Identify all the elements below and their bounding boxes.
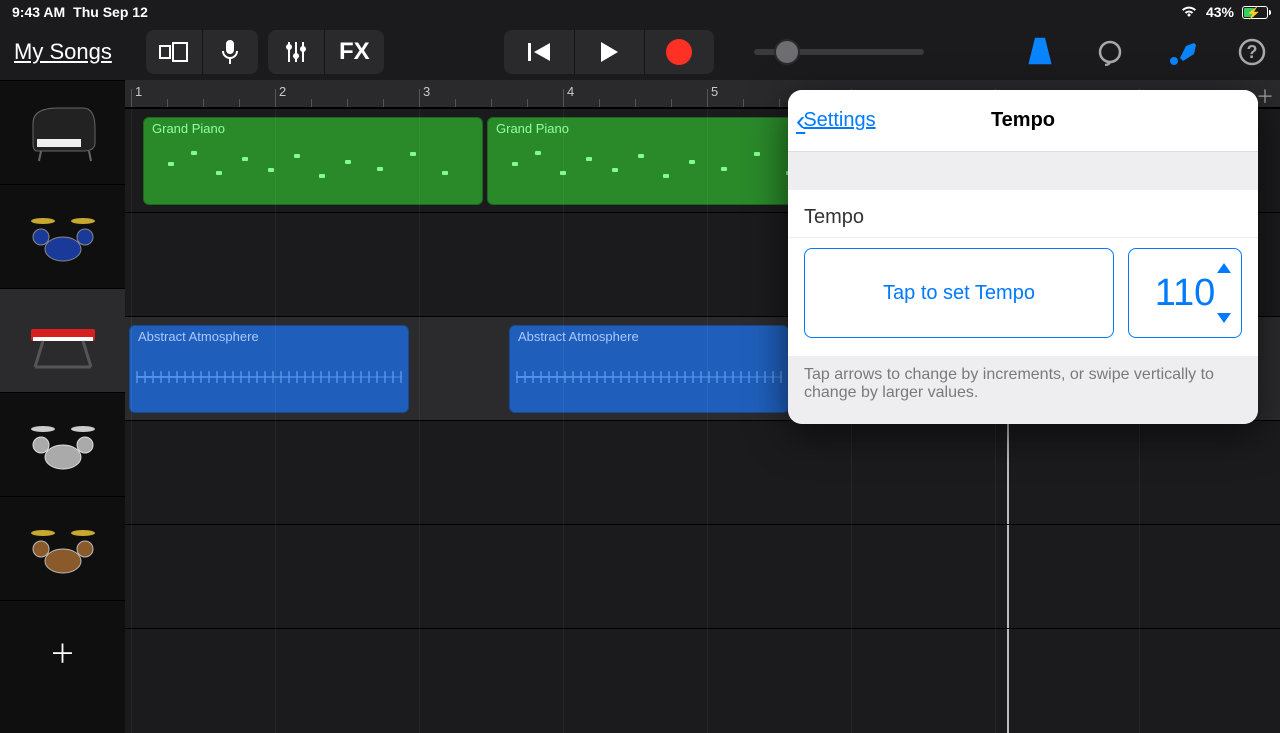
tempo-section-label: Tempo	[788, 190, 1258, 238]
tempo-increase-arrow[interactable]	[1217, 263, 1231, 273]
ruler-bar-number: 3	[423, 84, 430, 99]
battery-icon: ⚡	[1242, 6, 1268, 19]
record-button[interactable]	[644, 30, 714, 74]
track-header-drums-silver[interactable]	[0, 392, 125, 496]
settings-button[interactable]	[1166, 39, 1196, 65]
track-header-drums-blue[interactable]	[0, 184, 125, 288]
ruler-bar-number: 5	[711, 84, 718, 99]
transport-controls	[504, 30, 714, 74]
tempo-popover: ‹ Settings Tempo Tempo Tap to set Tempo …	[788, 90, 1258, 424]
my-songs-button[interactable]: My Songs	[14, 39, 112, 65]
loop-button[interactable]	[1096, 38, 1124, 66]
grand-piano-icon	[23, 103, 103, 163]
mixer-button[interactable]	[268, 30, 324, 74]
tempo-value: 110	[1155, 272, 1216, 315]
drum-kit-icon	[23, 519, 103, 579]
add-track-button[interactable]: ＋	[0, 600, 125, 704]
popover-back-button[interactable]: ‹ Settings	[796, 105, 876, 137]
svg-text:?: ?	[1247, 42, 1258, 62]
extend-song-icon[interactable]: ＋	[1256, 83, 1274, 109]
status-date: Thu Sep 12	[73, 4, 148, 20]
track-lane[interactable]	[125, 524, 1280, 628]
go-to-start-button[interactable]	[504, 30, 574, 74]
wifi-icon	[1180, 4, 1198, 21]
record-icon	[666, 39, 692, 65]
status-bar: 9:43 AM Thu Sep 12 43% ⚡	[0, 0, 1280, 24]
keyboard-icon	[23, 311, 103, 371]
fx-group: FX	[268, 30, 384, 74]
track-header-piano[interactable]	[0, 80, 125, 184]
drum-kit-icon	[23, 415, 103, 475]
view-mode-group	[146, 30, 258, 74]
tap-tempo-button[interactable]: Tap to set Tempo	[804, 248, 1114, 338]
tempo-hint: Tap arrows to change by increments, or s…	[788, 356, 1258, 424]
track-lane[interactable]	[125, 628, 1280, 732]
help-button[interactable]: ?	[1238, 38, 1266, 66]
battery-pct: 43%	[1206, 4, 1234, 20]
drum-kit-icon	[23, 207, 103, 267]
microphone-button[interactable]	[202, 30, 258, 74]
tempo-value-stepper[interactable]: 110	[1128, 248, 1242, 338]
ruler-bar-number: 4	[567, 84, 574, 99]
audio-region[interactable]: Abstract Atmosphere	[509, 325, 789, 413]
midi-region[interactable]: Grand Piano	[487, 117, 827, 205]
ruler-bar-number: 2	[279, 84, 286, 99]
top-toolbar: My Songs FX	[0, 24, 1280, 80]
tracks-view-button[interactable]	[146, 30, 202, 74]
audio-region[interactable]: Abstract Atmosphere	[129, 325, 409, 413]
fx-button[interactable]: FX	[324, 30, 384, 74]
track-header-keyboard[interactable]	[0, 288, 125, 392]
track-header-drums-brown[interactable]	[0, 496, 125, 600]
metronome-button[interactable]	[1026, 37, 1054, 67]
track-headers: ＋	[0, 80, 125, 733]
plus-icon: ＋	[49, 634, 75, 671]
master-volume-slider[interactable]	[754, 37, 924, 67]
tempo-decrease-arrow[interactable]	[1217, 313, 1231, 323]
ruler-bar-number: 1	[135, 84, 142, 99]
play-button[interactable]	[574, 30, 644, 74]
track-lane[interactable]	[125, 420, 1280, 524]
midi-region[interactable]: Grand Piano	[143, 117, 483, 205]
status-time: 9:43 AM	[12, 4, 65, 20]
